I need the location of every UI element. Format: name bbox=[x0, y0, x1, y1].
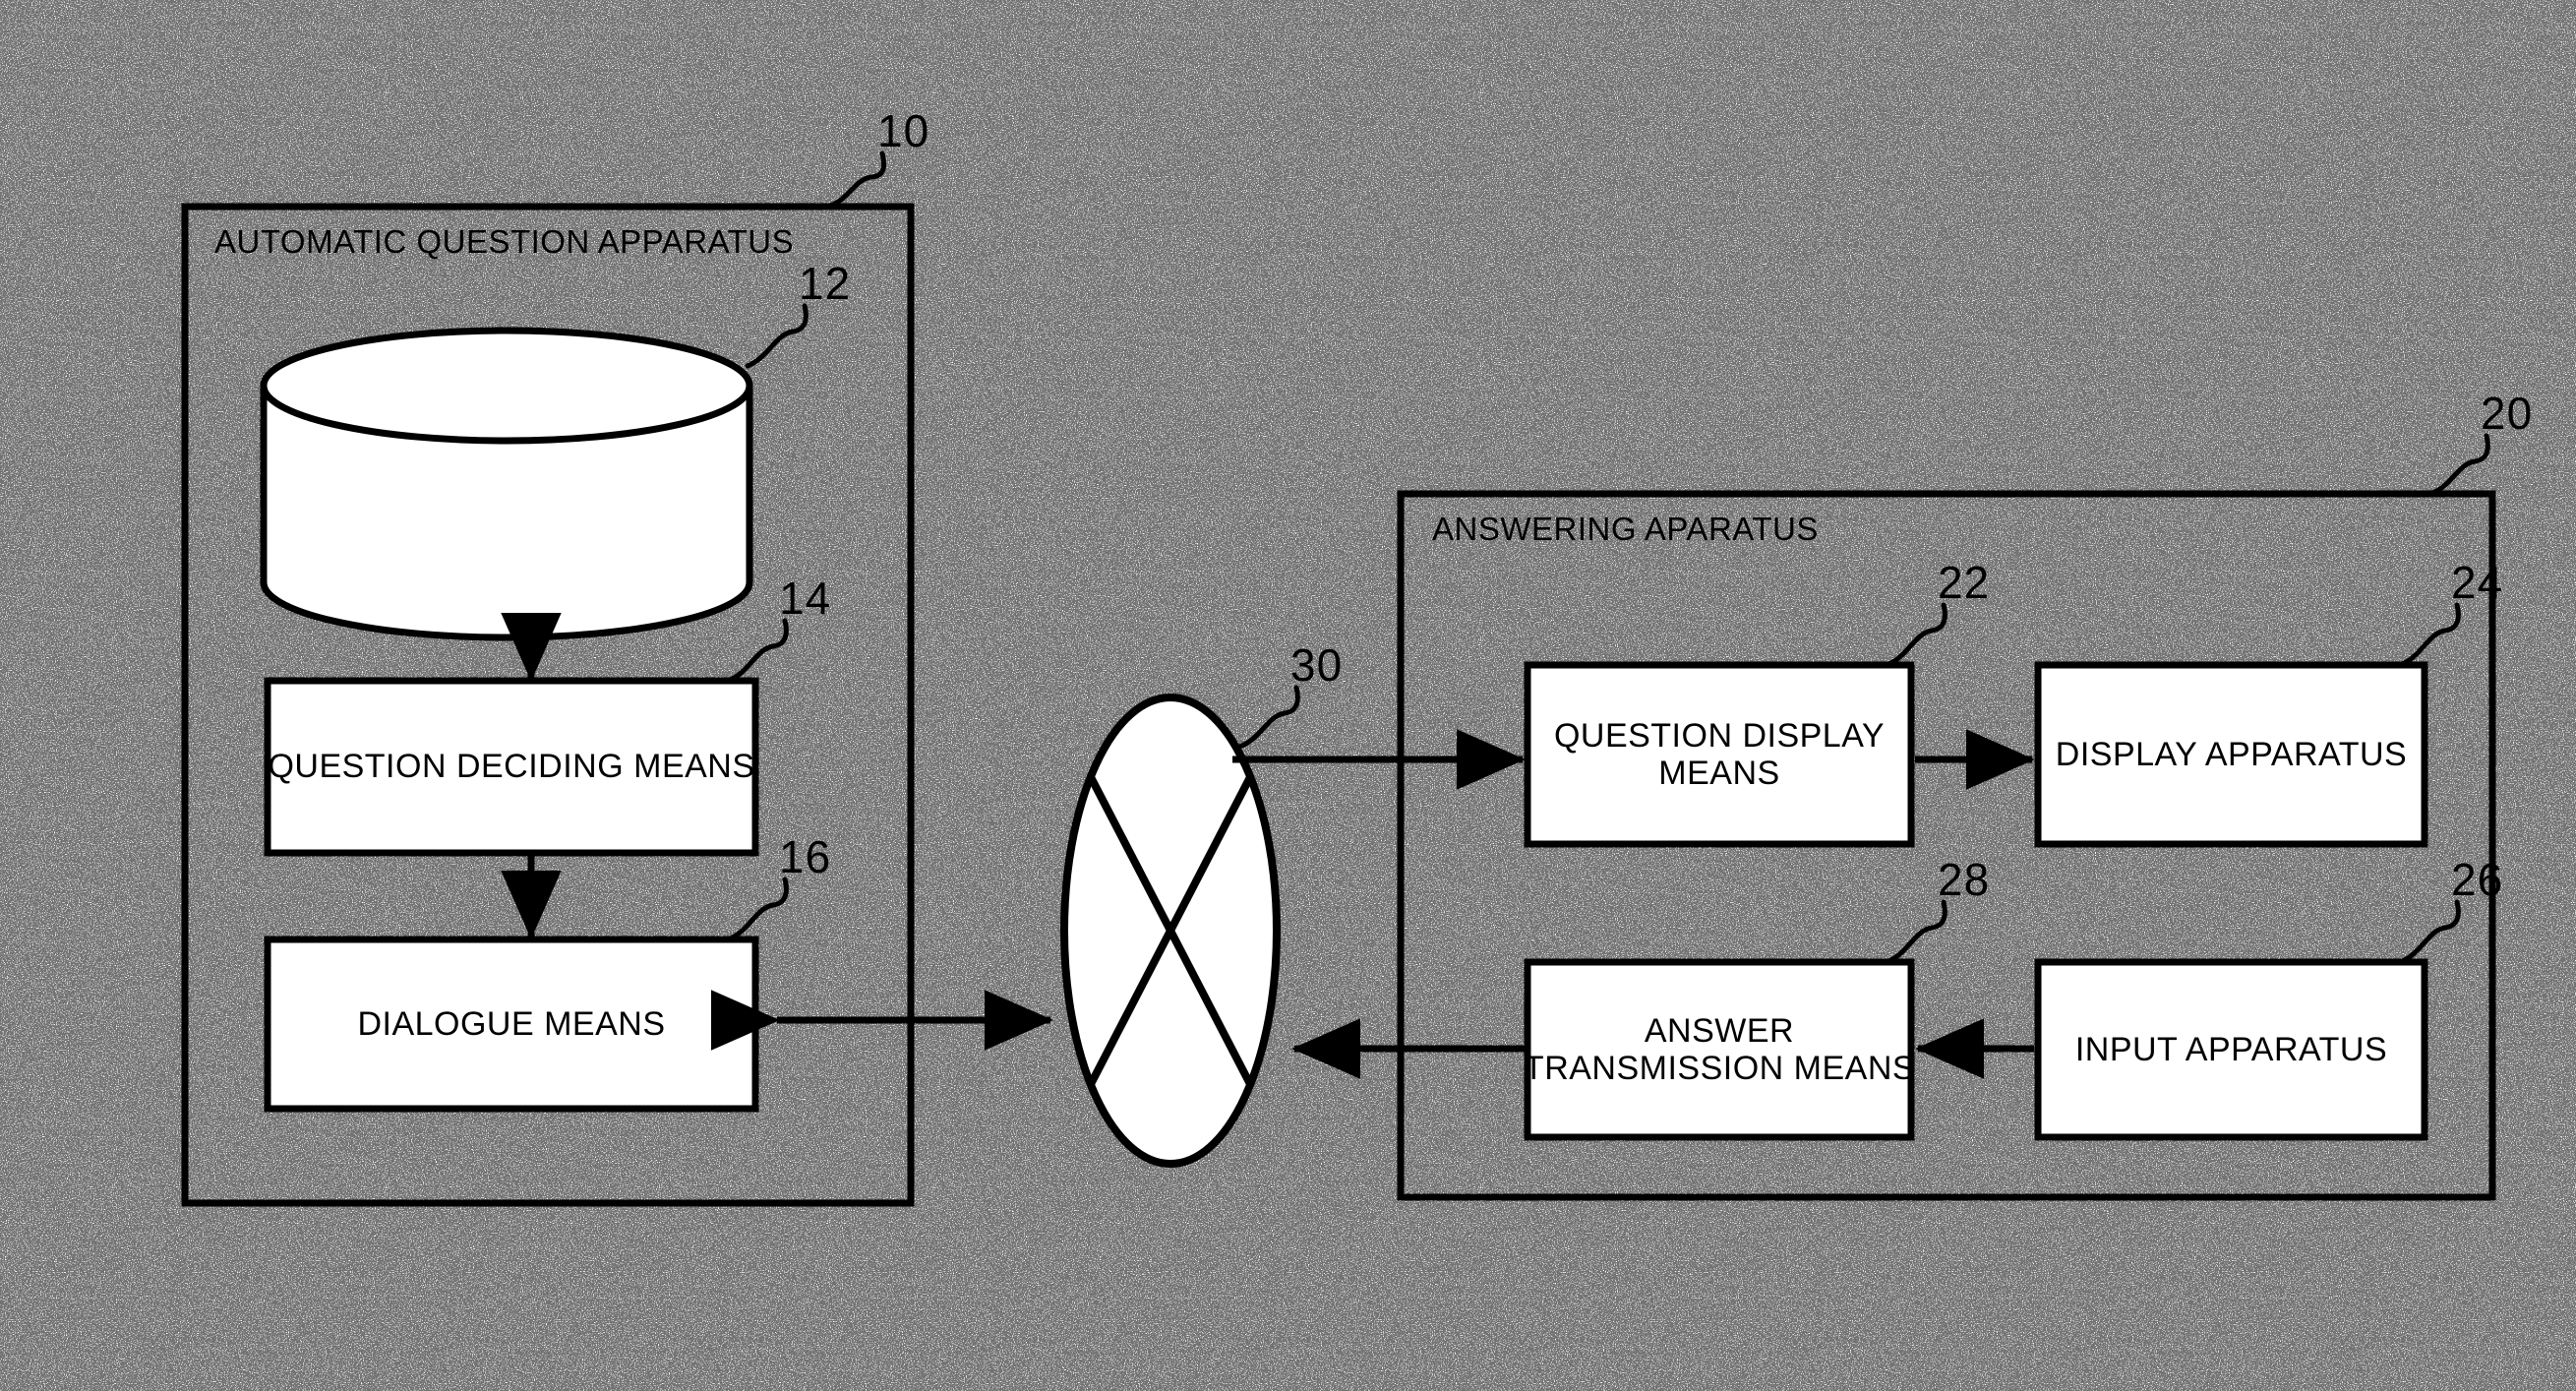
ref-numeral-22: 22 bbox=[1938, 557, 1991, 608]
ref-numeral-20: 20 bbox=[2481, 388, 2534, 439]
ref-numeral-10: 10 bbox=[877, 105, 930, 156]
label-line-1: QUESTION DISPLAY bbox=[1553, 716, 1886, 755]
ref-numeral-30: 30 bbox=[1290, 639, 1344, 691]
label-display-apparatus: DISPLAY APPARATUS bbox=[2055, 735, 2408, 773]
cylinder-top-respondent-information-holding-means bbox=[260, 327, 753, 445]
ref-numeral-28: 28 bbox=[1938, 854, 1991, 905]
label-line-1: ANSWER bbox=[1644, 1011, 1795, 1050]
label-question-display-means: QUESTION DISPLAY MEANS bbox=[1528, 665, 1911, 844]
label-dialogue-means: DIALOGUE MEANS bbox=[357, 1004, 666, 1043]
label-answer-transmission-means: ANSWER TRANSMISSION MEANS bbox=[1524, 962, 1915, 1137]
label-input-apparatus: INPUT APPARATUS bbox=[2074, 1030, 2388, 1068]
patent-figure: AUTOMATIC QUESTION APPARATUS ANSWERING A… bbox=[0, 0, 2576, 1391]
ref-numeral-26: 26 bbox=[2451, 854, 2504, 905]
panel-title-automatic-question-apparatus: AUTOMATIC QUESTION APPARATUS bbox=[214, 223, 795, 260]
label-question-deciding-means: QUESTION DECIDING MEANS bbox=[268, 748, 755, 786]
ref-numeral-14: 14 bbox=[779, 573, 832, 624]
ref-numeral-16: 16 bbox=[779, 831, 832, 882]
ref-numeral-12: 12 bbox=[799, 258, 852, 309]
label-line-2: MEANS bbox=[1658, 755, 1780, 792]
panel-title-answering-apparatus: ANSWERING APARATUS bbox=[1432, 511, 1819, 547]
label-line-2: TRANSMISSION MEANS bbox=[1523, 1050, 1916, 1087]
ref-numeral-24: 24 bbox=[2451, 557, 2504, 608]
